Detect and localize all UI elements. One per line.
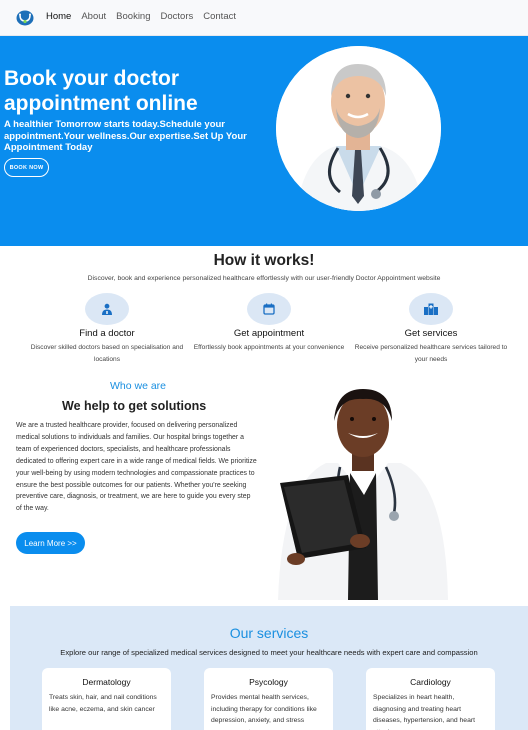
- nav-doctors[interactable]: Doctors: [161, 11, 194, 22]
- calendar-icon-circle: [247, 293, 291, 325]
- services-section: Our services Explore our range of specia…: [10, 606, 528, 730]
- services-title: Our services: [229, 625, 309, 641]
- male-doctor-photo: [276, 46, 441, 211]
- step-find-doctor: Find a doctor Discover skilled doctors b…: [27, 293, 187, 365]
- card-title: Psycology: [249, 677, 288, 687]
- service-card-dermatology[interactable]: Dermatology Treats skin, hair, and nail …: [42, 668, 171, 730]
- service-card-psycology[interactable]: Psycology Provides mental health service…: [204, 668, 333, 730]
- step-title: Get appointment: [233, 328, 305, 339]
- step-desc: Receive personalized healthcare services…: [354, 344, 508, 363]
- card-title: Cardiology: [410, 677, 451, 687]
- step-desc: Discover skilled doctors based on specia…: [30, 344, 184, 363]
- stethoscope-logo-icon[interactable]: [16, 10, 34, 26]
- step-desc: Effortlessly book appointments at your c…: [193, 344, 345, 351]
- navbar: Home About Booking Doctors Contact: [0, 0, 528, 36]
- calendar-icon: [263, 303, 275, 315]
- hero-title: Book your doctor appointment online: [4, 67, 198, 115]
- card-title: Dermatology: [82, 677, 131, 687]
- nav-about[interactable]: About: [81, 11, 106, 22]
- who-we-are-tag: Who we are: [110, 380, 167, 392]
- learn-more-button[interactable]: Learn More >>: [16, 532, 85, 554]
- how-it-works-subtitle: Discover, book and experience personaliz…: [87, 275, 441, 282]
- nav-home[interactable]: Home: [46, 11, 71, 22]
- services-subtitle: Explore our range of specialized medical…: [60, 648, 478, 657]
- nav-booking[interactable]: Booking: [116, 11, 150, 22]
- how-it-works-title: How it works!: [213, 252, 315, 269]
- doctor-icon: [102, 303, 112, 315]
- nav-contact[interactable]: Contact: [203, 11, 236, 22]
- service-card-cardiology[interactable]: Cardiology Specializes in heart health, …: [366, 668, 495, 730]
- step-get-appointment: Get appointment Effortlessly book appoin…: [189, 293, 349, 354]
- step-get-services: Get services Receive personalized health…: [351, 293, 511, 365]
- card-text: Provides mental health services, includi…: [211, 694, 317, 730]
- step-title: Find a doctor: [79, 328, 135, 339]
- step-title: Get services: [404, 328, 458, 339]
- hospital-icon-circle: [409, 293, 453, 325]
- hero-section: Book your doctor appointment online A he…: [0, 36, 528, 246]
- card-text: Specializes in heart health, diagnosing …: [373, 694, 476, 730]
- who-we-are-title: We help to get solutions: [62, 399, 207, 413]
- hospital-icon: [424, 303, 438, 315]
- doctor-icon-circle: [85, 293, 129, 325]
- who-we-are-text: We are a trusted healthcare provider, fo…: [16, 422, 257, 513]
- hero-subtitle: A healthier Tomorrow starts today.Schedu…: [4, 119, 247, 153]
- female-doctor-photo: [276, 383, 451, 600]
- book-now-button[interactable]: BOOK NOW: [4, 158, 49, 177]
- card-text: Treats skin, hair, and nail conditions l…: [49, 694, 157, 713]
- nav-links: Home About Booking Doctors Contact: [46, 11, 236, 22]
